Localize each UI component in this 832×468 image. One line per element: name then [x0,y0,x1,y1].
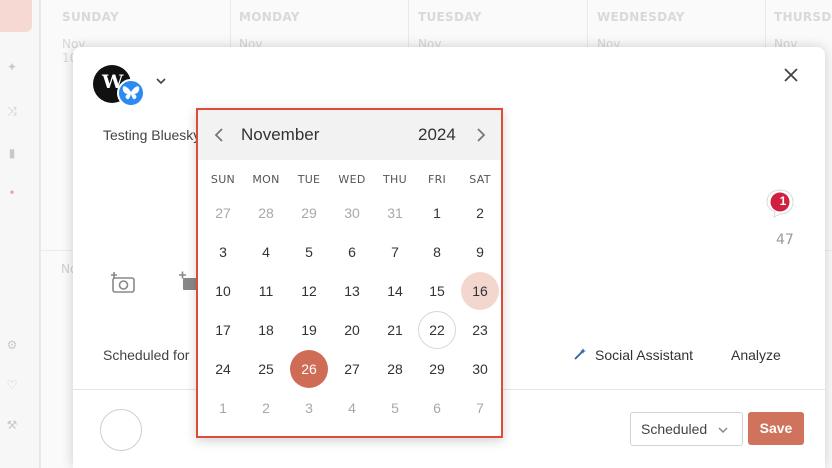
weekday-label: MON [252,173,280,186]
day-cell[interactable]: 6 [333,233,371,271]
date-picker: November 2024 SUN MON TUE WED THU FRI SA… [196,108,503,438]
day-cell[interactable]: 11 [247,272,285,310]
close-icon[interactable] [780,64,802,86]
scheduled-for-label: Scheduled for [103,347,190,363]
bluesky-icon [117,79,145,107]
magic-icon[interactable]: ✦ [5,60,19,74]
day-cell[interactable]: 2 [247,389,285,427]
chevron-down-icon [718,427,728,434]
date-picker-header: November 2024 [198,110,501,160]
day-cell[interactable]: 18 [247,311,285,349]
day-cell[interactable]: 3 [290,389,328,427]
day-cell[interactable]: 27 [204,194,242,232]
day-cell[interactable]: 1 [418,194,456,232]
day-cell[interactable]: 29 [290,194,328,232]
month-label[interactable]: November [241,125,319,145]
day-cell[interactable]: 5 [376,389,414,427]
day-cell[interactable]: 17 [204,311,242,349]
user-avatar-button[interactable] [100,409,142,451]
shuffle-icon[interactable]: ⤨ [5,104,19,118]
day-cell[interactable]: 29 [418,350,456,388]
day-cell[interactable]: 24 [204,350,242,388]
day-cell[interactable]: 20 [333,311,371,349]
day-cell[interactable]: 22 [418,311,456,349]
heart-icon[interactable]: ♡ [5,378,19,392]
day-cell[interactable]: 6 [418,389,456,427]
day-name: WEDNESDAY [597,10,685,24]
day-grid: 27 28 29 30 31 1 2 3 4 5 6 7 8 9 10 11 12 13 14 15 16 17 18 19 2… [198,192,501,436]
day-name: MONDAY [239,10,300,24]
day-cell[interactable]: 30 [333,194,371,232]
weekday-label: THU [383,173,407,186]
character-count: 47 [776,232,794,248]
warning-count: 1 [779,194,787,208]
tools-icon[interactable]: ⚒ [5,418,19,432]
day-cell[interactable]: 5 [290,233,328,271]
chevron-down-icon[interactable] [155,75,167,87]
day-cell[interactable]: 3 [204,233,242,271]
day-name: TUESDAY [418,10,482,24]
post-text[interactable]: Testing Bluesky [103,127,200,143]
weekday-label: SUN [210,173,236,186]
day-cell[interactable]: 19 [290,311,328,349]
day-cell[interactable]: 7 [461,389,499,427]
calendar-nav-icon[interactable] [0,0,32,32]
magic-wand-icon[interactable] [573,347,587,361]
day-cell[interactable]: 16 [461,272,499,310]
day-cell[interactable]: 26 [290,350,328,388]
day-cell[interactable]: 4 [247,233,285,271]
status-select-value: Scheduled [641,421,708,437]
star-icon[interactable]: • [5,186,19,200]
day-cell[interactable]: 14 [376,272,414,310]
social-assistant-button[interactable]: Social Assistant [595,347,693,363]
day-cell[interactable]: 21 [376,311,414,349]
day-cell[interactable]: 1 [204,389,242,427]
day-cell[interactable]: 23 [461,311,499,349]
weekday-header: SUN MON TUE WED THU FRI SAT [203,173,503,187]
analyze-button[interactable]: Analyze [731,347,781,363]
day-cell[interactable]: 8 [418,233,456,271]
year-label[interactable]: 2024 [418,125,456,145]
chevron-right-icon[interactable] [476,128,486,142]
weekday-label: FRI [427,173,447,186]
day-cell[interactable]: 28 [376,350,414,388]
day-cell[interactable]: 28 [247,194,285,232]
day-cell[interactable]: 31 [376,194,414,232]
weekday-label: SAT [469,173,491,186]
chevron-left-icon[interactable] [214,128,224,142]
day-name: SUNDAY [62,10,120,24]
day-cell[interactable]: 4 [333,389,371,427]
chart-icon[interactable]: ▮ [5,146,19,160]
add-photo-icon[interactable] [110,271,136,293]
save-button[interactable]: Save [748,412,804,445]
day-cell[interactable]: 15 [418,272,456,310]
day-cell[interactable]: 25 [247,350,285,388]
left-rail: ✦ ⤨ ▮ • ⚙ ♡ ⚒ [0,0,40,468]
day-cell[interactable]: 7 [376,233,414,271]
weekday-label: TUE [297,173,321,186]
day-cell[interactable]: 12 [290,272,328,310]
day-cell[interactable]: 27 [333,350,371,388]
day-cell[interactable]: 30 [461,350,499,388]
day-column: SUNDAY Nov 10 [40,0,119,468]
day-cell[interactable]: 13 [333,272,371,310]
day-cell[interactable]: 2 [461,194,499,232]
day-cell[interactable]: 10 [204,272,242,310]
settings-icon[interactable]: ⚙ [5,338,19,352]
weekday-label: WED [338,173,366,186]
day-cell[interactable]: 9 [461,233,499,271]
day-name: THURSDAY [774,10,832,24]
status-select[interactable]: Scheduled [630,412,743,446]
